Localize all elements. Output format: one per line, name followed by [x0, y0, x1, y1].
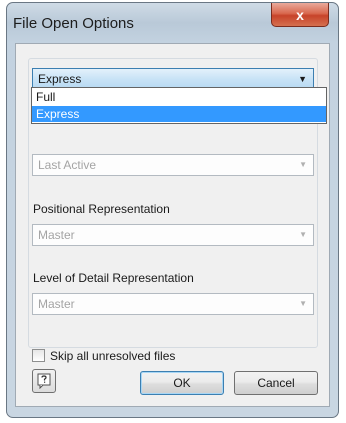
dropdown-option-full[interactable]: Full — [32, 89, 326, 105]
lod-label: Level of Detail Representation — [33, 271, 194, 285]
chevron-down-icon: ▼ — [298, 74, 307, 84]
lod-combo[interactable]: Master ▼ — [32, 293, 314, 315]
open-mode-dropdown-list: Full Express — [31, 87, 327, 124]
design-view-combo[interactable]: Last Active ▼ — [32, 154, 314, 176]
help-icon — [37, 373, 51, 389]
positional-combo[interactable]: Master ▼ — [32, 224, 314, 246]
chevron-down-icon: ▼ — [299, 160, 307, 169]
chevron-down-icon: ▼ — [299, 230, 307, 239]
dropdown-option-express[interactable]: Express — [32, 106, 326, 122]
positional-value: Master — [38, 228, 75, 242]
close-icon: x — [296, 6, 304, 23]
title-bar[interactable]: File Open Options x — [7, 3, 338, 41]
open-mode-value: Express — [38, 72, 82, 86]
chevron-down-icon: ▼ — [299, 299, 307, 308]
positional-label: Positional Representation — [33, 202, 170, 216]
file-open-options-dialog: File Open Options x Express ▼ Last Activ… — [6, 2, 339, 418]
cancel-button[interactable]: Cancel — [234, 371, 318, 395]
help-button[interactable] — [32, 369, 56, 393]
design-view-value: Last Active — [38, 158, 97, 172]
lod-value: Master — [38, 297, 75, 311]
window-title: File Open Options — [13, 15, 134, 32]
close-button[interactable]: x — [271, 3, 329, 27]
ok-button[interactable]: OK — [140, 371, 224, 395]
skip-unresolved-checkbox[interactable] — [32, 349, 45, 362]
skip-unresolved-label: Skip all unresolved files — [50, 349, 176, 363]
